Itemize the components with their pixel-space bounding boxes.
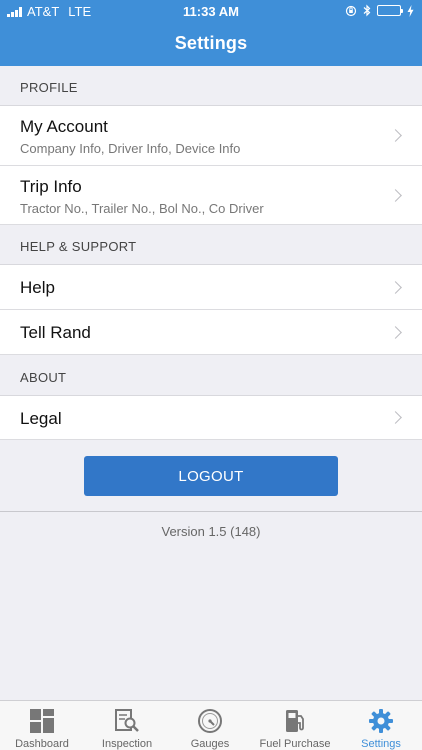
chevron-right-icon xyxy=(389,129,402,142)
battery-icon xyxy=(377,5,403,16)
orientation-lock-icon xyxy=(345,5,357,16)
my-account-row[interactable]: My Account Company Info, Driver Info, De… xyxy=(0,106,422,166)
row-subtitle: Company Info, Driver Info, Device Info xyxy=(20,141,241,156)
section-header-label: ABOUT xyxy=(20,370,67,385)
row-label: Legal xyxy=(20,409,62,428)
tab-label: Settings xyxy=(361,738,401,750)
section-header-label: PROFILE xyxy=(20,80,78,95)
section-header-profile: PROFILE xyxy=(0,66,422,106)
chevron-right-icon xyxy=(389,411,402,424)
gear-icon xyxy=(369,709,393,733)
trip-info-row[interactable]: Trip Info Tractor No., Trailer No., Bol … xyxy=(0,166,422,225)
logout-button[interactable]: LOGOUT xyxy=(84,456,338,496)
status-bar: AT&T LTE 11:33 AM xyxy=(0,0,422,22)
tab-inspection[interactable]: Inspection xyxy=(84,701,170,750)
page-title: Settings xyxy=(174,33,248,53)
tab-label: Fuel Purchase xyxy=(259,738,331,750)
tab-label: Gauges xyxy=(190,738,230,750)
gauge-icon xyxy=(198,709,222,733)
section-header-label: HELP & SUPPORT xyxy=(20,239,137,254)
legal-row[interactable]: Legal xyxy=(0,396,422,440)
tab-gauges[interactable]: Gauges xyxy=(170,701,250,750)
help-row[interactable]: Help xyxy=(0,265,422,310)
logout-area: LOGOUT xyxy=(0,440,422,512)
bluetooth-icon xyxy=(363,4,371,17)
row-label: Trip Info xyxy=(20,177,82,196)
charging-icon xyxy=(407,4,414,17)
tab-settings[interactable]: Settings xyxy=(340,701,422,750)
tab-fuel-purchase[interactable]: Fuel Purchase xyxy=(250,701,340,750)
chevron-right-icon xyxy=(389,326,402,339)
navigation-bar: AT&T LTE 11:33 AM Settings xyxy=(0,0,422,66)
row-label: My Account xyxy=(20,117,108,136)
chevron-right-icon xyxy=(389,281,402,294)
tell-rand-row[interactable]: Tell Rand xyxy=(0,310,422,355)
inspection-icon xyxy=(115,709,139,732)
fuel-pump-icon xyxy=(286,710,304,732)
tab-bar: Dashboard Inspection Gauges Fuel Purchas… xyxy=(0,700,422,750)
tab-label: Inspection xyxy=(101,738,153,750)
row-subtitle: Tractor No., Trailer No., Bol No., Co Dr… xyxy=(20,201,264,216)
row-label: Help xyxy=(20,278,55,297)
tab-dashboard[interactable]: Dashboard xyxy=(0,701,84,750)
tab-label: Dashboard xyxy=(15,738,69,750)
version-label: Version 1.5 (148) xyxy=(161,524,261,539)
dashboard-icon xyxy=(30,709,54,733)
section-header-about: ABOUT xyxy=(0,355,422,396)
row-label: Tell Rand xyxy=(20,323,91,342)
section-header-help-support: HELP & SUPPORT xyxy=(0,225,422,265)
chevron-right-icon xyxy=(389,189,402,202)
